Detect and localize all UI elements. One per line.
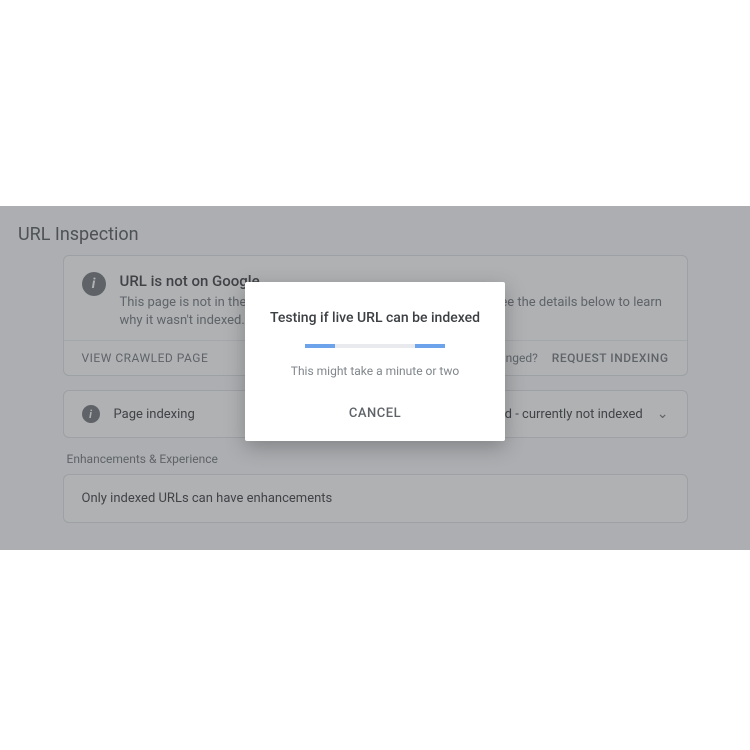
cancel-button[interactable]: CANCEL	[337, 400, 413, 427]
dialog-subtitle: This might take a minute or two	[265, 364, 485, 378]
dialog-title: Testing if live URL can be indexed	[265, 310, 485, 326]
progress-bar	[305, 344, 445, 348]
live-test-dialog: Testing if live URL can be indexed This …	[245, 282, 505, 441]
